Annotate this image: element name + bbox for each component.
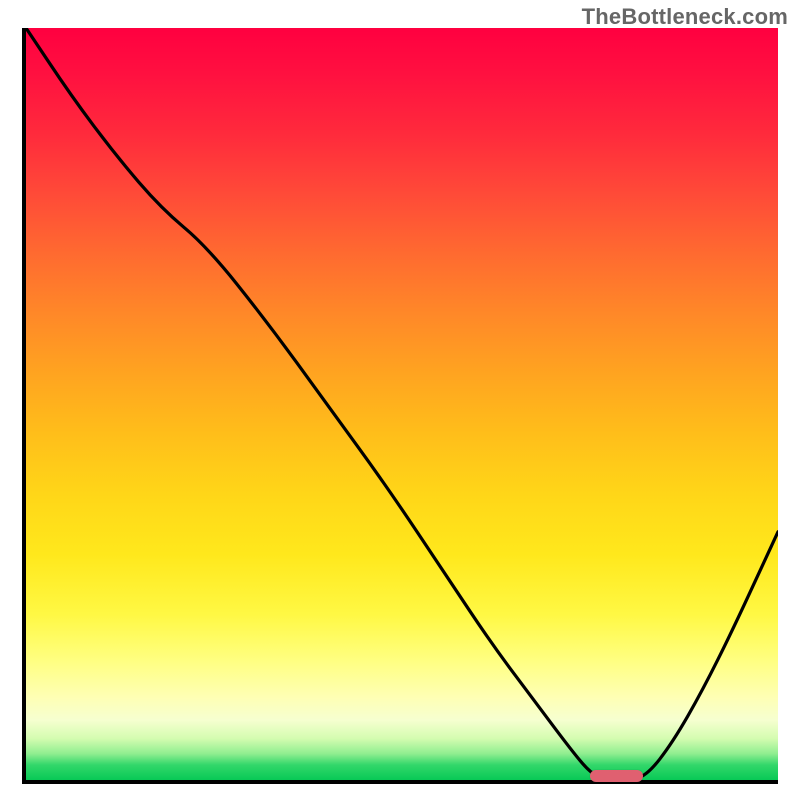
curve-layer [26,28,778,780]
bottleneck-chart: TheBottleneck.com [0,0,800,800]
watermark-text: TheBottleneck.com [582,4,788,30]
optimal-range-marker [590,770,643,782]
plot-area [22,28,778,784]
bottleneck-curve-path [26,28,778,780]
